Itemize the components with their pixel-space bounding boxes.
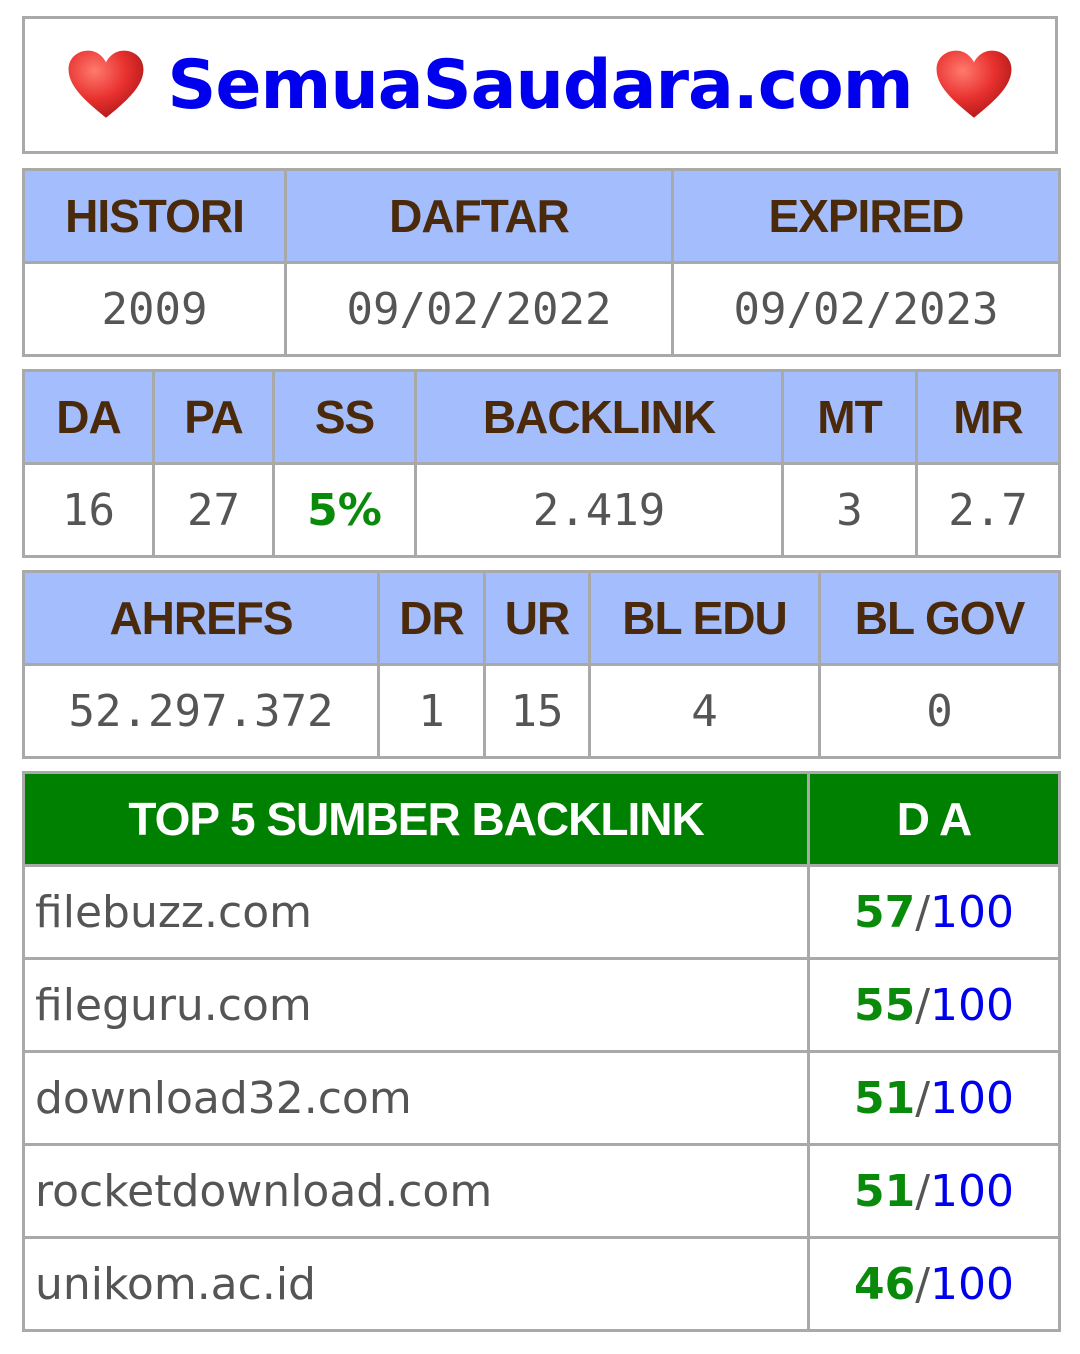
value-ur: 15 [483,663,591,759]
table-row: rocketdownload.com 51/100 [22,1143,1061,1239]
heart-icon [68,50,144,118]
site-title[interactable]: SemuaSaudara.com [167,46,913,125]
da-score: 57 [853,886,916,938]
header-ahrefs: AHREFS [22,570,380,666]
title-banner: SemuaSaudara.com [22,16,1058,154]
header-bl-edu: BL EDU [588,570,821,666]
backlink-site[interactable]: download32.com [22,1050,810,1146]
da-separator: / [915,1072,931,1124]
da-max: 100 [930,1165,1015,1217]
value-ss: 5% [272,462,417,558]
backlink-da: 57/100 [807,864,1061,960]
header-dr: DR [377,570,486,666]
da-score: 51 [853,1165,916,1217]
value-da: 16 [22,462,155,558]
header-mr: MR [915,369,1061,465]
backlink-site[interactable]: unikom.ac.id [22,1236,810,1332]
backlink-da: 55/100 [807,957,1061,1053]
table-row: download32.com 51/100 [22,1050,1061,1146]
header-histori: HISTORI [22,168,287,264]
value-backlink: 2.419 [414,462,784,558]
ahrefs-metrics-table: AHREFS DR UR BL EDU BL GOV 52.297.372 1 … [22,570,1061,759]
value-mt: 3 [781,462,918,558]
backlink-site[interactable]: rocketdownload.com [22,1143,810,1239]
backlink-da: 51/100 [807,1143,1061,1239]
value-pa: 27 [152,462,275,558]
da-max: 100 [930,1258,1015,1310]
header-ur: UR [483,570,591,666]
header-top5-da: D A [807,771,1061,867]
da-score: 55 [853,979,916,1031]
header-bl-gov: BL GOV [818,570,1061,666]
value-dr: 1 [377,663,486,759]
da-max: 100 [930,979,1015,1031]
value-ahrefs: 52.297.372 [22,663,380,759]
header-top5-source: TOP 5 SUMBER BACKLINK [22,771,810,867]
da-separator: / [915,1258,931,1310]
da-separator: / [915,886,931,938]
value-expired: 09/02/2023 [671,261,1061,357]
value-bl-edu: 4 [588,663,821,759]
value-daftar: 09/02/2022 [284,261,674,357]
header-mt: MT [781,369,918,465]
backlink-site[interactable]: filebuzz.com [22,864,810,960]
moz-metrics-table: DA PA SS BACKLINK MT MR 16 27 5% 2.419 3… [22,369,1061,558]
value-bl-gov: 0 [818,663,1061,759]
table-row: fileguru.com 55/100 [22,957,1061,1053]
top5-backlink-table: TOP 5 SUMBER BACKLINK D A filebuzz.com 5… [22,771,1061,1332]
da-separator: / [915,1165,931,1217]
value-histori: 2009 [22,261,287,357]
backlink-site[interactable]: fileguru.com [22,957,810,1053]
value-mr: 2.7 [915,462,1061,558]
header-expired: EXPIRED [671,168,1061,264]
header-backlink: BACKLINK [414,369,784,465]
backlink-da: 51/100 [807,1050,1061,1146]
table-row: unikom.ac.id 46/100 [22,1236,1061,1332]
da-max: 100 [930,1072,1015,1124]
header-daftar: DAFTAR [284,168,674,264]
domain-date-table: HISTORI DAFTAR EXPIRED 2009 09/02/2022 0… [22,168,1061,357]
da-score: 51 [853,1072,916,1124]
heart-icon [936,50,1012,118]
backlink-da: 46/100 [807,1236,1061,1332]
header-pa: PA [152,369,275,465]
da-score: 46 [853,1258,916,1310]
header-ss: SS [272,369,417,465]
header-da: DA [22,369,155,465]
table-row: filebuzz.com 57/100 [22,864,1061,960]
da-max: 100 [930,886,1015,938]
da-separator: / [915,979,931,1031]
